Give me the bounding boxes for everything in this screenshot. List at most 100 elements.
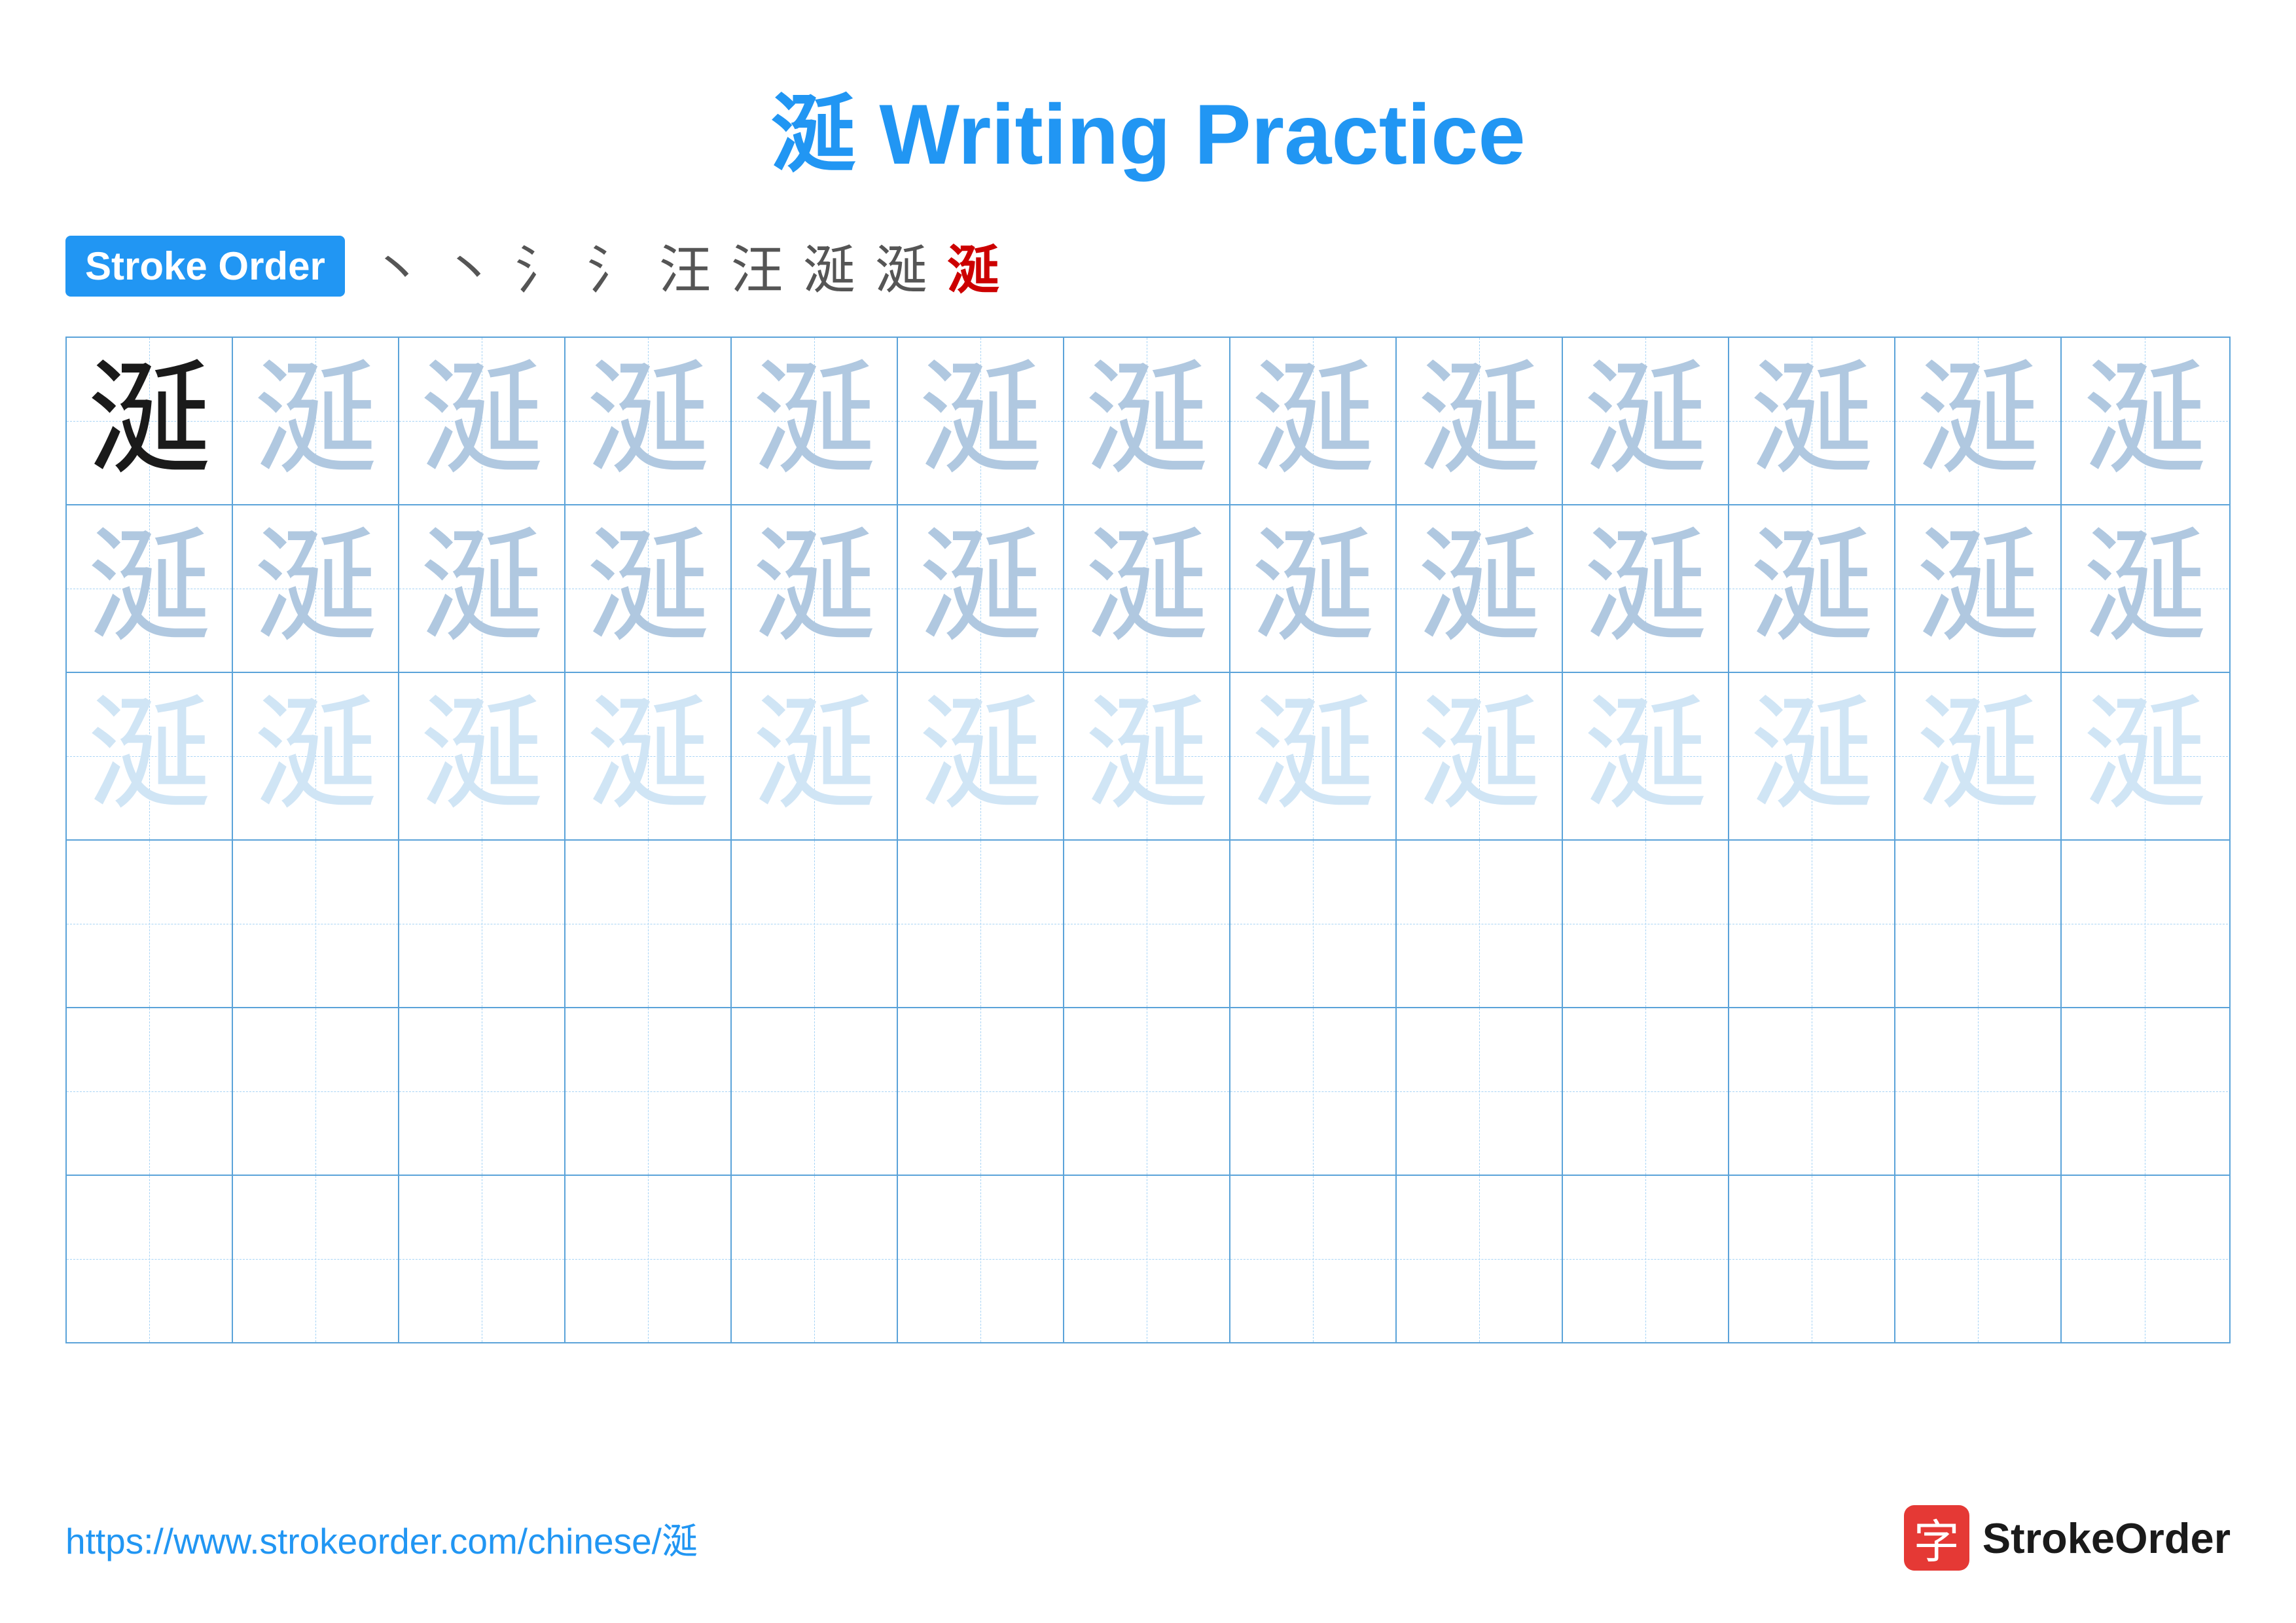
grid-cell-4-9[interactable] [1397, 841, 1563, 1007]
char-medium: 涎 [586, 526, 710, 651]
footer-url[interactable]: https://www.strokeorder.com/chinese/涎 [65, 1512, 698, 1564]
grid-cell-2-8[interactable]: 涎 [1230, 505, 1397, 672]
grid-cell-5-6[interactable] [898, 1008, 1064, 1175]
stroke-step-8: 涎 [875, 228, 927, 304]
grid-cell-5-5[interactable] [732, 1008, 898, 1175]
char-medium: 涎 [420, 526, 544, 651]
grid-cell-6-3[interactable] [399, 1176, 565, 1342]
grid-cell-4-10[interactable] [1563, 841, 1729, 1007]
grid-cell-4-13[interactable] [2062, 841, 2228, 1007]
grid-cell-2-13[interactable]: 涎 [2062, 505, 2228, 672]
stroke-step-3: 氵 [515, 228, 567, 304]
grid-cell-1-9[interactable]: 涎 [1397, 338, 1563, 504]
grid-cell-4-6[interactable] [898, 841, 1064, 1007]
grid-cell-5-7[interactable] [1064, 1008, 1230, 1175]
grid-cell-4-5[interactable] [732, 841, 898, 1007]
grid-cell-2-7[interactable]: 涎 [1064, 505, 1230, 672]
grid-cell-6-13[interactable] [2062, 1176, 2228, 1342]
logo-icon: 字 [1904, 1505, 1969, 1571]
grid-cell-2-12[interactable]: 涎 [1895, 505, 2062, 672]
grid-cell-6-12[interactable] [1895, 1176, 2062, 1342]
grid-cell-3-8[interactable]: 涎 [1230, 673, 1397, 839]
grid-cell-1-6[interactable]: 涎 [898, 338, 1064, 504]
grid-cell-3-3[interactable]: 涎 [399, 673, 565, 839]
grid-cell-4-2[interactable] [233, 841, 399, 1007]
grid-cell-2-1[interactable]: 涎 [67, 505, 233, 672]
grid-cell-5-13[interactable] [2062, 1008, 2228, 1175]
grid-cell-6-1[interactable] [67, 1176, 233, 1342]
grid-cell-4-4[interactable] [565, 841, 732, 1007]
grid-cell-1-12[interactable]: 涎 [1895, 338, 2062, 504]
grid-cell-4-3[interactable] [399, 841, 565, 1007]
grid-cell-6-8[interactable] [1230, 1176, 1397, 1342]
grid-cell-3-11[interactable]: 涎 [1729, 673, 1895, 839]
char-medium: 涎 [752, 359, 876, 483]
char-medium: 涎 [1251, 526, 1375, 651]
grid-cell-2-3[interactable]: 涎 [399, 505, 565, 672]
stroke-step-9: 涎 [947, 228, 999, 304]
grid-cell-2-9[interactable]: 涎 [1397, 505, 1563, 672]
grid-cell-6-6[interactable] [898, 1176, 1064, 1342]
grid-cell-1-11[interactable]: 涎 [1729, 338, 1895, 504]
grid-cell-4-1[interactable] [67, 841, 233, 1007]
grid-cell-2-2[interactable]: 涎 [233, 505, 399, 672]
grid-cell-2-10[interactable]: 涎 [1563, 505, 1729, 672]
grid-cell-6-4[interactable] [565, 1176, 732, 1342]
grid-cell-3-2[interactable]: 涎 [233, 673, 399, 839]
char-medium: 涎 [420, 359, 544, 483]
grid-row-3: 涎 涎 涎 涎 涎 涎 涎 涎 涎 涎 涎 涎 涎 [67, 673, 2229, 841]
grid-cell-5-3[interactable] [399, 1008, 565, 1175]
grid-cell-3-13[interactable]: 涎 [2062, 673, 2228, 839]
grid-cell-5-10[interactable] [1563, 1008, 1729, 1175]
grid-cell-5-1[interactable] [67, 1008, 233, 1175]
grid-cell-3-10[interactable]: 涎 [1563, 673, 1729, 839]
grid-cell-2-5[interactable]: 涎 [732, 505, 898, 672]
grid-cell-3-4[interactable]: 涎 [565, 673, 732, 839]
char-light: 涎 [1251, 694, 1375, 818]
grid-cell-3-12[interactable]: 涎 [1895, 673, 2062, 839]
grid-cell-5-2[interactable] [233, 1008, 399, 1175]
char-medium: 涎 [87, 526, 211, 651]
char-light: 涎 [752, 694, 876, 818]
grid-cell-2-11[interactable]: 涎 [1729, 505, 1895, 672]
char-medium: 涎 [1749, 526, 1874, 651]
grid-cell-1-4[interactable]: 涎 [565, 338, 732, 504]
grid-cell-1-8[interactable]: 涎 [1230, 338, 1397, 504]
grid-cell-3-5[interactable]: 涎 [732, 673, 898, 839]
grid-cell-6-5[interactable] [732, 1176, 898, 1342]
grid-cell-5-4[interactable] [565, 1008, 732, 1175]
grid-cell-1-1[interactable]: 涎 [67, 338, 233, 504]
grid-cell-4-12[interactable] [1895, 841, 2062, 1007]
char-medium: 涎 [1916, 359, 2040, 483]
grid-cell-6-11[interactable] [1729, 1176, 1895, 1342]
grid-cell-5-8[interactable] [1230, 1008, 1397, 1175]
grid-cell-3-9[interactable]: 涎 [1397, 673, 1563, 839]
grid-cell-3-6[interactable]: 涎 [898, 673, 1064, 839]
grid-cell-1-5[interactable]: 涎 [732, 338, 898, 504]
grid-cell-6-7[interactable] [1064, 1176, 1230, 1342]
grid-cell-6-10[interactable] [1563, 1176, 1729, 1342]
grid-cell-1-3[interactable]: 涎 [399, 338, 565, 504]
grid-cell-4-8[interactable] [1230, 841, 1397, 1007]
grid-cell-4-11[interactable] [1729, 841, 1895, 1007]
grid-cell-1-2[interactable]: 涎 [233, 338, 399, 504]
grid-cell-1-13[interactable]: 涎 [2062, 338, 2228, 504]
grid-cell-2-4[interactable]: 涎 [565, 505, 732, 672]
grid-cell-5-11[interactable] [1729, 1008, 1895, 1175]
char-medium: 涎 [1583, 359, 1708, 483]
stroke-sequence: 丶 丶 氵 氵 汪 汪 涎 涎 涎 [371, 228, 999, 304]
grid-cell-3-7[interactable]: 涎 [1064, 673, 1230, 839]
grid-cell-4-7[interactable] [1064, 841, 1230, 1007]
grid-row-5 [67, 1008, 2229, 1176]
grid-cell-5-12[interactable] [1895, 1008, 2062, 1175]
grid-cell-1-10[interactable]: 涎 [1563, 338, 1729, 504]
char-light: 涎 [1417, 694, 1541, 818]
grid-cell-5-9[interactable] [1397, 1008, 1563, 1175]
grid-cell-2-6[interactable]: 涎 [898, 505, 1064, 672]
grid-cell-6-9[interactable] [1397, 1176, 1563, 1342]
logo-char: 字 [1914, 1505, 1960, 1571]
char-light: 涎 [420, 694, 544, 818]
grid-cell-3-1[interactable]: 涎 [67, 673, 233, 839]
grid-cell-1-7[interactable]: 涎 [1064, 338, 1230, 504]
grid-cell-6-2[interactable] [233, 1176, 399, 1342]
